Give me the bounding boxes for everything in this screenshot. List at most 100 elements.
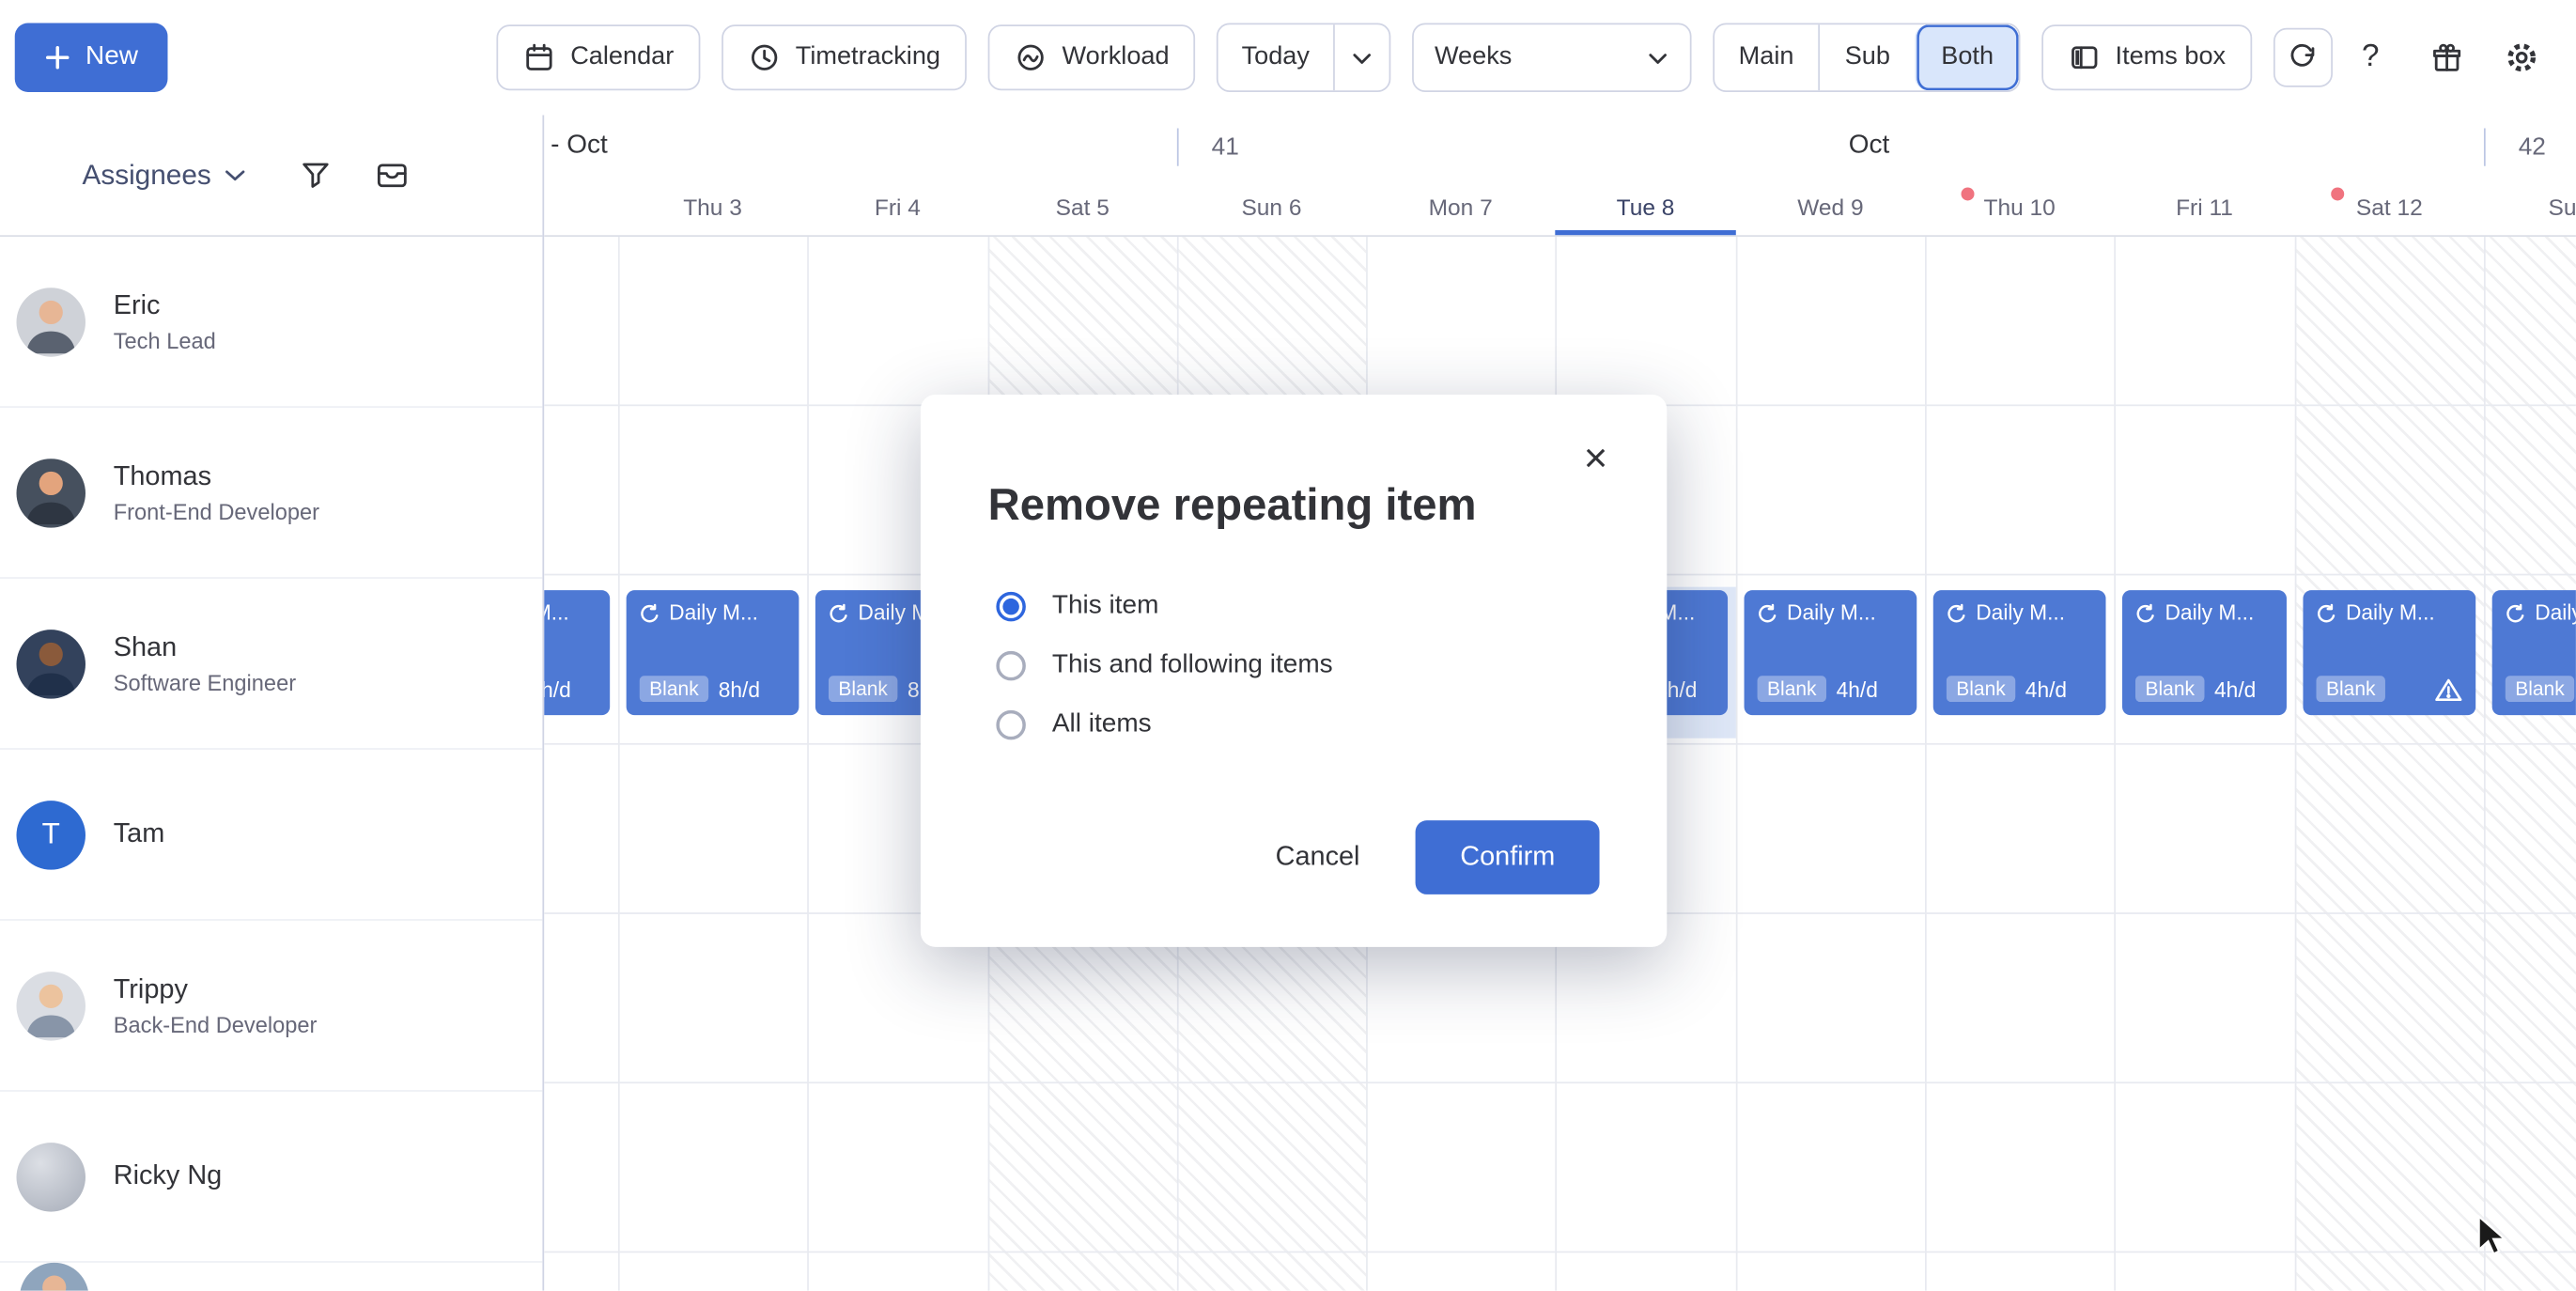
repeat-icon	[1947, 602, 1966, 622]
day-header-today: Tue 8	[1555, 184, 1735, 230]
task-bar[interactable]: Daily M... Blank	[2303, 590, 2475, 715]
person-row-shan[interactable]: Shan Software Engineer	[0, 579, 542, 750]
radio-option-this-item[interactable]: This item	[996, 587, 1667, 627]
cancel-button[interactable]: Cancel	[1243, 822, 1393, 893]
day-header: Sat 12	[2295, 184, 2484, 230]
new-button[interactable]: New	[15, 23, 168, 91]
warning-icon	[2434, 677, 2462, 701]
calendar-icon	[522, 41, 555, 74]
month-label-left: - Oct	[551, 132, 608, 161]
person-row-trippy[interactable]: Trippy Back-End Developer	[0, 921, 542, 1092]
repeat-icon	[640, 602, 660, 622]
whats-new-button[interactable]	[2418, 29, 2474, 85]
row-line	[544, 1081, 2576, 1083]
radio-unselected[interactable]	[996, 710, 1025, 739]
bar-hours: 4h/d	[1837, 677, 1878, 701]
repeat-icon	[1758, 602, 1777, 622]
day-header: Sun 1	[2484, 184, 2576, 230]
task-bar[interactable]: Daily M... Blank4h/d	[2122, 590, 2287, 715]
day-header: Fri 4	[807, 184, 987, 230]
assignees-dropdown[interactable]: Assignees	[82, 159, 247, 192]
person-name: Tam	[114, 818, 165, 849]
refresh-button[interactable]	[2273, 28, 2333, 87]
week-separator	[1177, 128, 1179, 165]
today-button[interactable]: Today	[1218, 24, 1332, 90]
help-button[interactable]: ?	[2342, 29, 2398, 85]
avatar	[16, 1142, 85, 1210]
grid-line	[618, 237, 620, 1291]
grid-line	[1736, 237, 1738, 1291]
grid-line	[2484, 237, 2486, 1291]
sidebar-header: Assignees	[0, 115, 542, 236]
zoom-select-value: Weeks	[1435, 42, 1512, 71]
close-icon[interactable]: ×	[1574, 437, 1618, 481]
task-bar[interactable]: Daily M... Blank8h/d	[544, 590, 610, 715]
today-underline	[1555, 230, 1735, 235]
person-name: Thomas	[114, 461, 319, 492]
view-both-button[interactable]: Both	[1915, 24, 2018, 90]
view-sub-button[interactable]: Sub	[1819, 24, 1916, 90]
task-bar[interactable]: Daily M... Blank4h/d	[2492, 590, 2576, 715]
grid-line	[2295, 237, 2297, 1291]
timetracking-button[interactable]: Timetracking	[722, 24, 967, 90]
day-header: Sun 6	[1177, 184, 1366, 230]
holiday-dot	[2331, 187, 2344, 200]
items-box-icon	[2068, 41, 2101, 74]
task-bar[interactable]: Daily M... Blank4h/d	[1933, 590, 2106, 715]
items-box-button[interactable]: Items box	[2041, 24, 2252, 90]
blank-badge: Blank	[1758, 676, 1827, 702]
blank-badge: Blank	[2506, 676, 2575, 702]
settings-button[interactable]	[2493, 29, 2549, 85]
avatar: T	[16, 800, 85, 868]
question-icon: ?	[2362, 39, 2380, 75]
person-row-eric[interactable]: Eric Tech Lead	[0, 237, 542, 408]
avatar-partial	[20, 1263, 88, 1291]
person-row-tam[interactable]: T Tam	[0, 750, 542, 921]
workload-icon	[1015, 41, 1047, 74]
bar-hours: 8h/d	[719, 677, 760, 701]
day-header: Sat 5	[988, 184, 1177, 230]
timeline-header: - Oct 41 Oct 42 Thu 3 Fri 4 Sat 5 Sun 6 …	[544, 115, 2576, 236]
row-line	[544, 1252, 2576, 1253]
archive-icon[interactable]	[376, 160, 411, 191]
view-main-button[interactable]: Main	[1714, 24, 1818, 90]
person-name: Eric	[114, 290, 216, 321]
person-name: Shan	[114, 632, 296, 663]
blank-badge: Blank	[2135, 676, 2205, 702]
radio-option-all-items[interactable]: All items	[996, 706, 1667, 745]
task-bar[interactable]: Daily M... Blank4h/d	[1745, 590, 1917, 715]
grid-line	[1925, 237, 1927, 1291]
chevron-down-icon	[1351, 50, 1373, 65]
task-bar[interactable]: Daily M... Blank8h/d	[627, 590, 799, 715]
person-role: Tech Lead	[114, 328, 216, 352]
person-role: Software Engineer	[114, 670, 296, 694]
radio-option-this-and-following[interactable]: This and following items	[996, 646, 1667, 686]
calendar-button[interactable]: Calendar	[496, 24, 700, 90]
repeat-icon	[2316, 602, 2335, 622]
avatar	[16, 971, 85, 1039]
person-role: Front-End Developer	[114, 499, 319, 523]
grid-line	[807, 237, 809, 1291]
zoom-select[interactable]: Weeks	[1411, 23, 1690, 91]
person-row-ricky[interactable]: Ricky Ng	[0, 1092, 542, 1263]
person-row-thomas[interactable]: Thomas Front-End Developer	[0, 408, 542, 579]
view-mode-segmented: Main Sub Both	[1713, 23, 2020, 91]
blank-badge: Blank	[1947, 676, 2016, 702]
clock-icon	[748, 41, 781, 74]
assignees-label: Assignees	[82, 159, 210, 192]
radio-unselected[interactable]	[996, 651, 1025, 680]
blank-badge: Blank	[2316, 676, 2385, 702]
day-header: Wed 9	[1736, 184, 1925, 230]
plus-icon	[44, 44, 70, 70]
chevron-down-icon	[1647, 50, 1668, 65]
person-role: Back-End Developer	[114, 1012, 318, 1036]
grid-line	[2114, 237, 2116, 1291]
confirm-button[interactable]: Confirm	[1416, 820, 1600, 894]
day-header: Fri 11	[2114, 184, 2294, 230]
radio-selected[interactable]	[996, 592, 1025, 621]
top-toolbar: New Calendar Timetracking Workload	[0, 0, 2576, 115]
filter-icon[interactable]	[300, 160, 333, 191]
workload-button[interactable]: Workload	[988, 24, 1196, 90]
today-caret-button[interactable]	[1332, 24, 1388, 90]
bar-hours: 8h/d	[544, 677, 571, 701]
